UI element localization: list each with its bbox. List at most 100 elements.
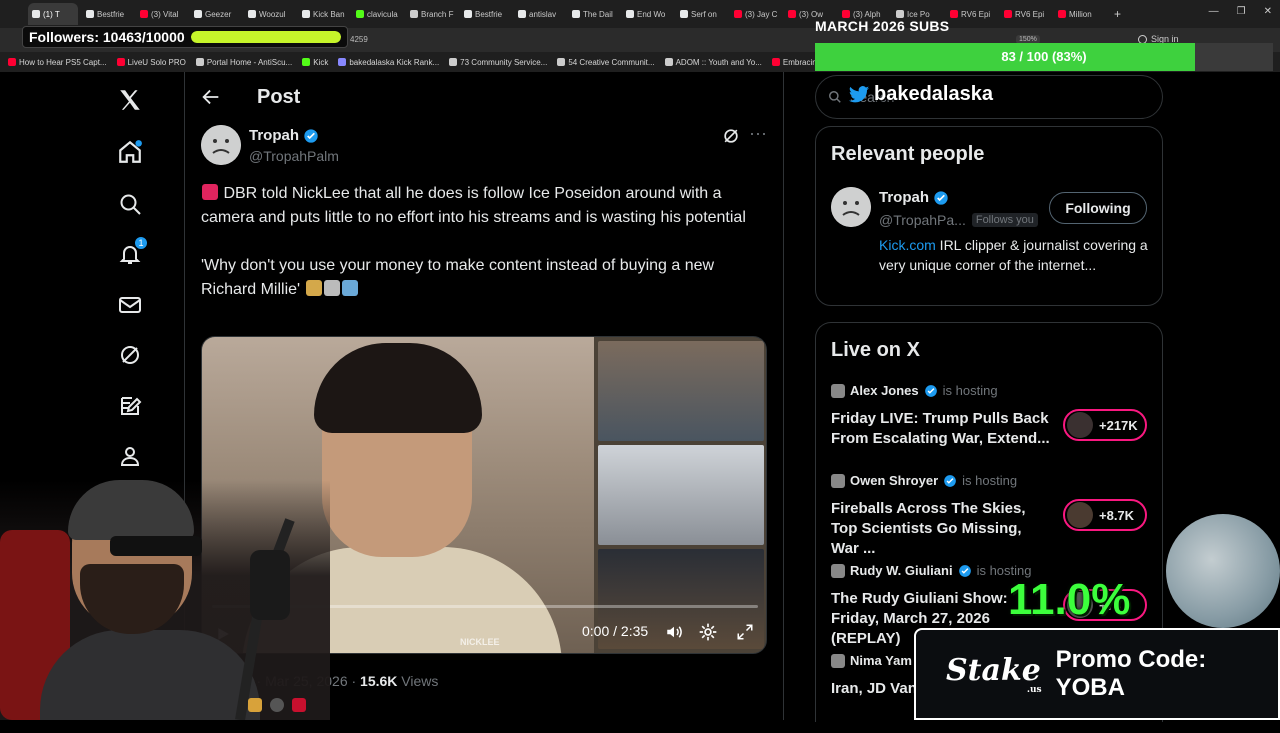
following-button[interactable]: Following <box>1049 192 1147 224</box>
browser-tab[interactable]: Woozul <box>244 3 294 25</box>
obs-icon[interactable] <box>270 698 284 712</box>
bio-link[interactable]: Kick.com <box>879 237 936 253</box>
listener-count-pill[interactable]: +8.7K <box>1063 499 1147 531</box>
bookmark-item[interactable]: Portal Home - AntiScu... <box>195 58 292 67</box>
x-logo-icon[interactable] <box>116 86 144 114</box>
listener-count: +217K <box>1099 417 1138 433</box>
minimize-icon[interactable]: — <box>1209 6 1219 17</box>
browser-tab[interactable]: Million <box>1054 3 1104 25</box>
tab-favicon-icon <box>1058 10 1066 18</box>
tab-label: Kick Ban <box>313 9 345 19</box>
tab-favicon-icon <box>950 10 958 18</box>
relevant-person-name[interactable]: Tropah <box>879 189 949 206</box>
address-bar[interactable]: 4259 <box>350 32 810 48</box>
post-paragraph-2: 'Why don't you use your money to make co… <box>201 254 771 302</box>
post-paragraph-1-text: DBR told NickLee that all he does is fol… <box>201 185 746 226</box>
stake-logo-text: Stake <box>946 653 1041 688</box>
home-icon[interactable] <box>116 138 144 166</box>
relevant-person-avatar[interactable] <box>831 187 871 227</box>
bookmark-favicon-icon <box>771 58 780 66</box>
close-icon[interactable]: ✕ <box>1264 6 1272 17</box>
browser-tab[interactable]: The Dail <box>568 3 618 25</box>
listener-count-pill[interactable]: +217K <box>1063 409 1147 441</box>
stake-logo-suffix: .us <box>1026 685 1042 695</box>
bookmark-label: bakedalaska Kick Rank... <box>349 57 440 67</box>
tab-favicon-icon <box>194 10 202 18</box>
post-body: DBR told NickLee that all he does is fol… <box>201 182 771 326</box>
host-name: Owen Shroyer <box>850 473 939 488</box>
app-icon[interactable] <box>292 698 306 712</box>
relevant-person-handle[interactable]: @TropahPa... Follows you <box>879 212 1038 228</box>
browser-tab[interactable]: (1) T <box>28 3 78 25</box>
window-controls: — ❐ ✕ <box>1209 6 1272 17</box>
bookmark-favicon-icon <box>302 58 311 66</box>
tab-favicon-icon <box>896 10 904 18</box>
live-on-x-title: Live on X <box>831 339 920 361</box>
bookmark-item[interactable]: bakedalaska Kick Rank... <box>338 58 439 67</box>
browser-tab[interactable]: Kick Ban <box>298 3 348 25</box>
tab-favicon-icon <box>626 10 634 18</box>
verified-badge-icon <box>304 128 318 143</box>
browser-tab[interactable]: RV6 Epi <box>946 3 996 25</box>
webcam-overlay <box>0 480 330 720</box>
browser-tab[interactable]: End Wo <box>622 3 672 25</box>
bookmark-item[interactable]: Kick <box>302 58 328 67</box>
profile-icon[interactable] <box>116 442 144 470</box>
bookmark-item[interactable]: ADOM :: Youth and Yo... <box>664 57 762 67</box>
post-paragraph-1: DBR told NickLee that all he does is fol… <box>201 182 771 230</box>
author-handle[interactable]: @TropahPalm <box>249 148 339 164</box>
more-options-icon[interactable]: ··· <box>749 124 769 146</box>
fullscreen-icon[interactable] <box>736 623 754 641</box>
settings-gear-icon[interactable] <box>698 622 718 642</box>
back-arrow-icon[interactable] <box>200 86 222 108</box>
browser-tab[interactable]: Geezer <box>190 3 240 25</box>
browser-tab[interactable]: (3) Vital <box>136 3 186 25</box>
bookmark-label: ADOM :: Youth and Yo... <box>675 57 762 67</box>
browser-tab[interactable]: RV6 Epi <box>1000 3 1050 25</box>
host-name: Nima Yam <box>850 653 912 668</box>
bookmark-item[interactable]: LiveU Solo PRO <box>116 58 186 67</box>
watch-emoji-icon <box>323 280 340 296</box>
browser-tab[interactable]: clavicula <box>352 3 402 25</box>
author-name[interactable]: Tropah <box>249 127 319 144</box>
live-item[interactable]: Alex Jones is hosting Friday LIVE: Trump … <box>831 383 1151 463</box>
browser-tab-strip: (1) T Bestfrie (3) Vital Geezer Woozul Kick B… <box>0 0 1280 28</box>
tab-favicon-icon <box>410 10 418 18</box>
browser-tab[interactable]: Bestfrie <box>82 3 132 25</box>
messages-icon[interactable] <box>116 291 144 319</box>
volume-icon[interactable] <box>664 623 684 641</box>
new-tab-icon[interactable]: + <box>1114 7 1121 21</box>
restore-icon[interactable]: ❐ <box>1237 6 1246 17</box>
bookmark-item[interactable]: 73 Community Service... <box>449 58 547 67</box>
browser-tab[interactable]: Serf on <box>676 3 726 25</box>
listener-avatar <box>1067 502 1093 528</box>
author-avatar[interactable] <box>201 125 241 165</box>
search-icon[interactable] <box>116 190 144 218</box>
tab-favicon-icon <box>842 10 850 18</box>
twitter-bird-icon <box>848 85 870 102</box>
folder-icon[interactable] <box>248 698 262 712</box>
browser-tab[interactable]: (3) Jay C <box>730 3 780 25</box>
browser-tab[interactable]: Bestfrie <box>460 3 510 25</box>
relevant-people-panel: Relevant people Tropah @TropahPa... Foll… <box>815 126 1163 306</box>
compose-icon[interactable] <box>116 392 144 420</box>
bookmark-favicon-icon <box>116 58 125 66</box>
tab-label: (1) T <box>43 9 60 19</box>
live-item[interactable]: Owen Shroyer is hosting Fireballs Across … <box>831 473 1151 557</box>
tab-favicon-icon <box>302 10 310 18</box>
grok-icon[interactable] <box>116 341 144 369</box>
relevant-person-handle-text: @TropahPa... <box>879 212 966 228</box>
bookmark-item[interactable]: 54 Creative Communit... <box>557 58 655 67</box>
money-bag-emoji-icon <box>305 280 322 296</box>
notifications-icon[interactable]: 1 <box>116 236 148 268</box>
grok-explain-icon[interactable] <box>721 126 741 146</box>
browser-tab[interactable]: antislav <box>514 3 564 25</box>
browser-tab[interactable]: Branch F <box>406 3 456 25</box>
follows-you-badge: Follows you <box>971 213 1038 227</box>
tab-label: Bestfrie <box>475 9 503 19</box>
host-name: Alex Jones <box>850 383 919 398</box>
bookmark-favicon-icon <box>664 58 673 66</box>
tab-favicon-icon <box>572 10 580 18</box>
bookmark-item[interactable]: How to Hear PS5 Capt... <box>8 58 107 67</box>
host-avatar <box>831 383 845 398</box>
